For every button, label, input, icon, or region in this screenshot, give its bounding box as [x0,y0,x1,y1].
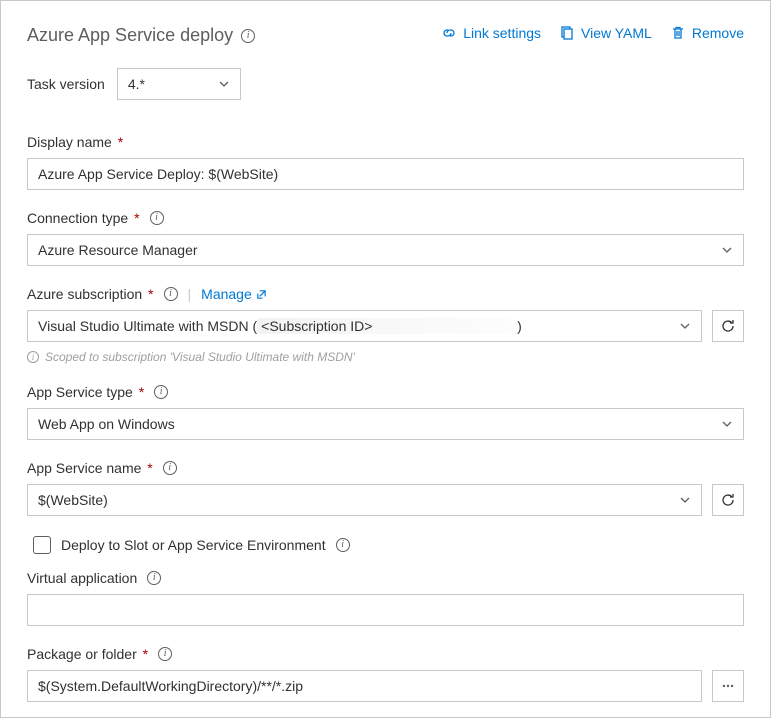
connection-type-select[interactable]: Azure Resource Manager [27,234,744,266]
remove-label: Remove [692,25,744,41]
link-settings-label: Link settings [463,25,541,41]
task-version-value: 4.* [128,76,145,92]
azure-subscription-label: Azure subscription * [27,286,154,302]
app-service-type-select[interactable]: Web App on Windows [27,408,744,440]
task-version-row: Task version 4.* [27,68,744,100]
info-icon[interactable]: i [158,647,172,661]
package-row [27,670,744,702]
link-icon [441,25,457,41]
page-title: Azure App Service deploy [27,25,233,46]
subscription-input-row: Visual Studio Ultimate with MSDN (<Subsc… [27,310,744,342]
separator: | [188,286,192,302]
trash-icon [670,25,686,41]
field-label-row: App Service name * i [27,460,744,476]
chevron-down-icon [218,78,230,90]
app-service-name-label: App Service name * [27,460,153,476]
title-wrap: Azure App Service deploy i [27,25,255,46]
field-label-row: Virtual application i [27,570,744,586]
app-service-name-select[interactable]: $(WebSite) [27,484,702,516]
info-icon[interactable]: i [241,29,255,43]
virtual-application-input[interactable] [27,594,744,626]
header: Azure App Service deploy i Link settings… [27,25,744,46]
field-label-row: Azure subscription * i | Manage [27,286,744,302]
app-service-type-label: App Service type * [27,384,144,400]
browse-button[interactable] [712,670,744,702]
app-service-name-field: App Service name * i $(WebSite) [27,460,744,516]
info-icon[interactable]: i [163,461,177,475]
info-icon[interactable]: i [154,385,168,399]
external-link-icon [256,289,267,300]
ellipsis-icon [720,678,736,694]
app-service-name-row: $(WebSite) [27,484,744,516]
azure-subscription-select[interactable]: Visual Studio Ultimate with MSDN (<Subsc… [27,310,702,342]
connection-type-field: Connection type * i Azure Resource Manag… [27,210,744,266]
app-service-type-value: Web App on Windows [38,416,175,432]
chevron-down-icon [721,418,733,430]
chevron-down-icon [721,244,733,256]
info-icon[interactable]: i [336,538,350,552]
deploy-to-slot-checkbox[interactable] [33,536,51,554]
refresh-icon [720,318,736,334]
file-icon [559,25,575,41]
chevron-down-icon [679,494,691,506]
display-name-label: Display name * [27,134,123,150]
field-label-row: Package or folder * i [27,646,744,662]
display-name-field: Display name * [27,134,744,190]
azure-subscription-value: Visual Studio Ultimate with MSDN (<Subsc… [38,318,522,334]
view-yaml-button[interactable]: View YAML [559,25,652,41]
package-or-folder-input[interactable] [27,670,702,702]
field-label-row: Display name * [27,134,744,150]
package-or-folder-label: Package or folder * [27,646,148,662]
info-icon[interactable]: i [150,211,164,225]
chevron-down-icon [679,320,691,332]
app-service-type-field: App Service type * i Web App on Windows [27,384,744,440]
virtual-application-label: Virtual application [27,570,137,586]
field-label-row: Connection type * i [27,210,744,226]
refresh-app-service-button[interactable] [712,484,744,516]
refresh-subscription-button[interactable] [712,310,744,342]
deploy-to-slot-row: Deploy to Slot or App Service Environmen… [33,536,744,554]
field-label-row: App Service type * i [27,384,744,400]
task-version-select[interactable]: 4.* [117,68,241,100]
link-settings-button[interactable]: Link settings [441,25,541,41]
azure-subscription-field: Azure subscription * i | Manage Visual S… [27,286,744,364]
remove-button[interactable]: Remove [670,25,744,41]
info-icon[interactable]: i [147,571,161,585]
view-yaml-label: View YAML [581,25,652,41]
display-name-input[interactable] [27,158,744,190]
connection-type-label: Connection type * [27,210,140,226]
connection-type-value: Azure Resource Manager [38,242,198,258]
header-actions: Link settings View YAML Remove [441,25,744,41]
virtual-application-field: Virtual application i [27,570,744,626]
info-icon[interactable]: i [164,287,178,301]
manage-label: Manage [201,286,252,302]
subscription-scope-note: i Scoped to subscription 'Visual Studio … [27,350,744,364]
deploy-to-slot-label: Deploy to Slot or App Service Environmen… [61,537,326,553]
refresh-icon [720,492,736,508]
task-version-label: Task version [27,76,105,92]
package-or-folder-field: Package or folder * i [27,646,744,702]
app-service-name-value: $(WebSite) [38,492,108,508]
manage-link[interactable]: Manage [201,286,267,302]
scope-note-text: Scoped to subscription 'Visual Studio Ul… [45,350,355,364]
info-icon: i [27,351,39,363]
